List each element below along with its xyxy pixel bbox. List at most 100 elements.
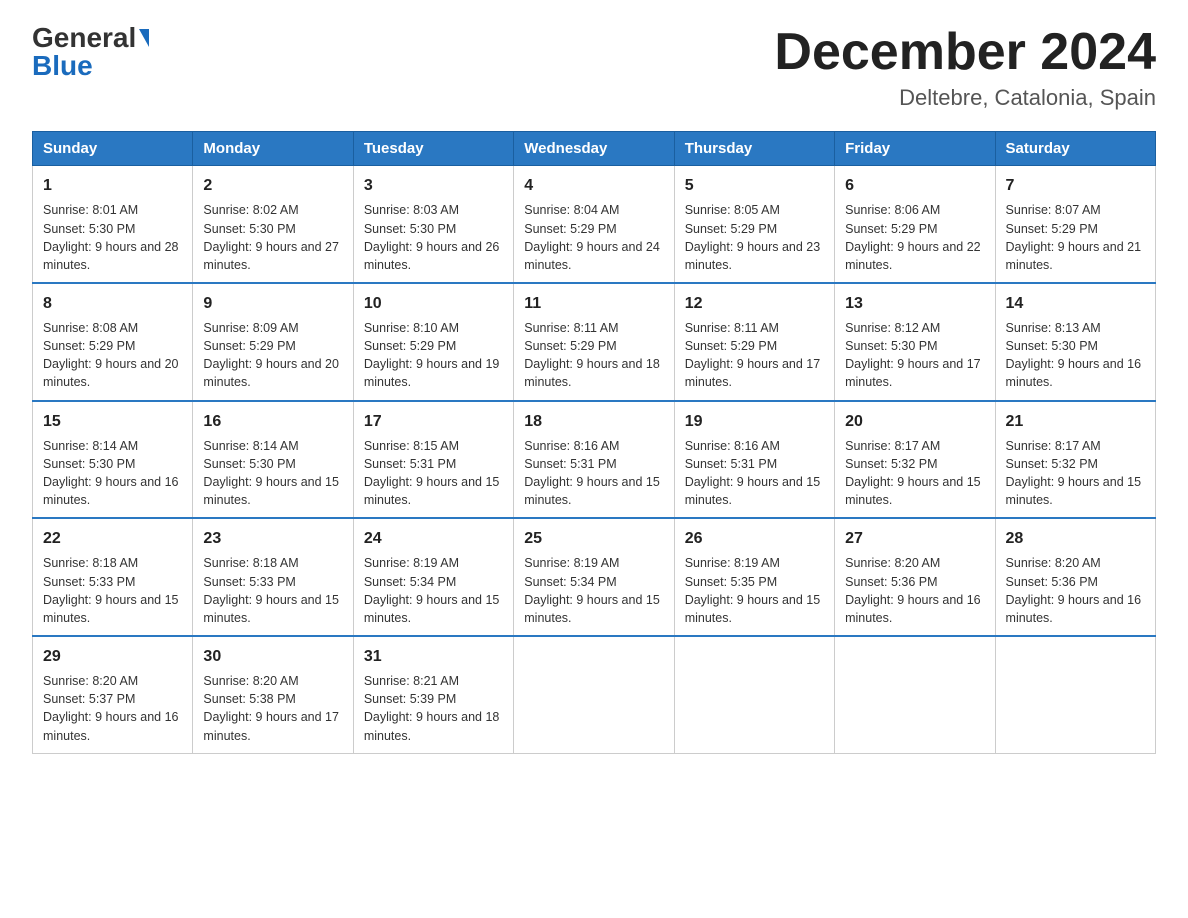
day-info: Sunrise: 8:09 AM Sunset: 5:29 PM Dayligh… — [203, 319, 342, 392]
calendar-cell: 17 Sunrise: 8:15 AM Sunset: 5:31 PM Dayl… — [353, 401, 513, 519]
day-info: Sunrise: 8:12 AM Sunset: 5:30 PM Dayligh… — [845, 319, 984, 392]
day-info: Sunrise: 8:13 AM Sunset: 5:30 PM Dayligh… — [1006, 319, 1145, 392]
day-info: Sunrise: 8:06 AM Sunset: 5:29 PM Dayligh… — [845, 201, 984, 274]
day-info: Sunrise: 8:10 AM Sunset: 5:29 PM Dayligh… — [364, 319, 503, 392]
day-number: 16 — [203, 410, 342, 433]
day-info: Sunrise: 8:14 AM Sunset: 5:30 PM Dayligh… — [43, 437, 182, 510]
day-number: 26 — [685, 527, 824, 550]
day-info: Sunrise: 8:04 AM Sunset: 5:29 PM Dayligh… — [524, 201, 663, 274]
day-number: 7 — [1006, 174, 1145, 197]
day-info: Sunrise: 8:20 AM Sunset: 5:36 PM Dayligh… — [1006, 554, 1145, 627]
day-info: Sunrise: 8:02 AM Sunset: 5:30 PM Dayligh… — [203, 201, 342, 274]
day-info: Sunrise: 8:11 AM Sunset: 5:29 PM Dayligh… — [524, 319, 663, 392]
calendar-cell: 14 Sunrise: 8:13 AM Sunset: 5:30 PM Dayl… — [995, 283, 1155, 401]
calendar-cell: 26 Sunrise: 8:19 AM Sunset: 5:35 PM Dayl… — [674, 518, 834, 636]
day-info: Sunrise: 8:07 AM Sunset: 5:29 PM Dayligh… — [1006, 201, 1145, 274]
calendar-cell: 9 Sunrise: 8:09 AM Sunset: 5:29 PM Dayli… — [193, 283, 353, 401]
day-number: 1 — [43, 174, 182, 197]
calendar-cell — [514, 636, 674, 753]
day-info: Sunrise: 8:05 AM Sunset: 5:29 PM Dayligh… — [685, 201, 824, 274]
calendar-header-thursday: Thursday — [674, 132, 834, 166]
day-info: Sunrise: 8:16 AM Sunset: 5:31 PM Dayligh… — [524, 437, 663, 510]
day-info: Sunrise: 8:20 AM Sunset: 5:38 PM Dayligh… — [203, 672, 342, 745]
day-info: Sunrise: 8:19 AM Sunset: 5:34 PM Dayligh… — [524, 554, 663, 627]
calendar-cell: 21 Sunrise: 8:17 AM Sunset: 5:32 PM Dayl… — [995, 401, 1155, 519]
calendar-week-row: 15 Sunrise: 8:14 AM Sunset: 5:30 PM Dayl… — [33, 401, 1156, 519]
calendar-cell: 28 Sunrise: 8:20 AM Sunset: 5:36 PM Dayl… — [995, 518, 1155, 636]
day-number: 27 — [845, 527, 984, 550]
calendar-table: SundayMondayTuesdayWednesdayThursdayFrid… — [32, 131, 1156, 753]
logo-general-text: General — [32, 24, 136, 52]
day-info: Sunrise: 8:20 AM Sunset: 5:37 PM Dayligh… — [43, 672, 182, 745]
day-number: 11 — [524, 292, 663, 315]
calendar-cell: 30 Sunrise: 8:20 AM Sunset: 5:38 PM Dayl… — [193, 636, 353, 753]
calendar-cell: 16 Sunrise: 8:14 AM Sunset: 5:30 PM Dayl… — [193, 401, 353, 519]
calendar-cell: 12 Sunrise: 8:11 AM Sunset: 5:29 PM Dayl… — [674, 283, 834, 401]
calendar-cell: 31 Sunrise: 8:21 AM Sunset: 5:39 PM Dayl… — [353, 636, 513, 753]
day-number: 2 — [203, 174, 342, 197]
day-number: 14 — [1006, 292, 1145, 315]
logo-blue-text: Blue — [32, 52, 93, 80]
day-number: 15 — [43, 410, 182, 433]
day-number: 17 — [364, 410, 503, 433]
calendar-cell — [835, 636, 995, 753]
calendar-cell: 6 Sunrise: 8:06 AM Sunset: 5:29 PM Dayli… — [835, 166, 995, 283]
calendar-cell: 19 Sunrise: 8:16 AM Sunset: 5:31 PM Dayl… — [674, 401, 834, 519]
day-info: Sunrise: 8:15 AM Sunset: 5:31 PM Dayligh… — [364, 437, 503, 510]
calendar-cell: 2 Sunrise: 8:02 AM Sunset: 5:30 PM Dayli… — [193, 166, 353, 283]
day-number: 3 — [364, 174, 503, 197]
day-number: 23 — [203, 527, 342, 550]
calendar-cell: 29 Sunrise: 8:20 AM Sunset: 5:37 PM Dayl… — [33, 636, 193, 753]
day-info: Sunrise: 8:14 AM Sunset: 5:30 PM Dayligh… — [203, 437, 342, 510]
day-info: Sunrise: 8:20 AM Sunset: 5:36 PM Dayligh… — [845, 554, 984, 627]
day-info: Sunrise: 8:16 AM Sunset: 5:31 PM Dayligh… — [685, 437, 824, 510]
calendar-cell: 20 Sunrise: 8:17 AM Sunset: 5:32 PM Dayl… — [835, 401, 995, 519]
calendar-cell: 4 Sunrise: 8:04 AM Sunset: 5:29 PM Dayli… — [514, 166, 674, 283]
logo: General Blue — [32, 24, 149, 80]
page-header: General Blue December 2024 Deltebre, Cat… — [32, 24, 1156, 111]
day-number: 12 — [685, 292, 824, 315]
calendar-cell: 24 Sunrise: 8:19 AM Sunset: 5:34 PM Dayl… — [353, 518, 513, 636]
day-number: 22 — [43, 527, 182, 550]
day-number: 10 — [364, 292, 503, 315]
day-info: Sunrise: 8:01 AM Sunset: 5:30 PM Dayligh… — [43, 201, 182, 274]
day-number: 13 — [845, 292, 984, 315]
calendar-header-friday: Friday — [835, 132, 995, 166]
calendar-week-row: 1 Sunrise: 8:01 AM Sunset: 5:30 PM Dayli… — [33, 166, 1156, 283]
calendar-cell: 5 Sunrise: 8:05 AM Sunset: 5:29 PM Dayli… — [674, 166, 834, 283]
day-number: 29 — [43, 645, 182, 668]
calendar-cell: 1 Sunrise: 8:01 AM Sunset: 5:30 PM Dayli… — [33, 166, 193, 283]
day-number: 30 — [203, 645, 342, 668]
month-title: December 2024 — [774, 24, 1156, 81]
title-block: December 2024 Deltebre, Catalonia, Spain — [774, 24, 1156, 111]
day-info: Sunrise: 8:19 AM Sunset: 5:34 PM Dayligh… — [364, 554, 503, 627]
calendar-cell: 18 Sunrise: 8:16 AM Sunset: 5:31 PM Dayl… — [514, 401, 674, 519]
day-number: 9 — [203, 292, 342, 315]
calendar-cell: 13 Sunrise: 8:12 AM Sunset: 5:30 PM Dayl… — [835, 283, 995, 401]
day-number: 31 — [364, 645, 503, 668]
calendar-week-row: 22 Sunrise: 8:18 AM Sunset: 5:33 PM Dayl… — [33, 518, 1156, 636]
day-info: Sunrise: 8:21 AM Sunset: 5:39 PM Dayligh… — [364, 672, 503, 745]
day-number: 4 — [524, 174, 663, 197]
calendar-week-row: 29 Sunrise: 8:20 AM Sunset: 5:37 PM Dayl… — [33, 636, 1156, 753]
day-info: Sunrise: 8:08 AM Sunset: 5:29 PM Dayligh… — [43, 319, 182, 392]
day-number: 20 — [845, 410, 984, 433]
day-number: 28 — [1006, 527, 1145, 550]
calendar-week-row: 8 Sunrise: 8:08 AM Sunset: 5:29 PM Dayli… — [33, 283, 1156, 401]
day-number: 5 — [685, 174, 824, 197]
calendar-cell: 11 Sunrise: 8:11 AM Sunset: 5:29 PM Dayl… — [514, 283, 674, 401]
day-number: 19 — [685, 410, 824, 433]
day-number: 8 — [43, 292, 182, 315]
calendar-cell: 10 Sunrise: 8:10 AM Sunset: 5:29 PM Dayl… — [353, 283, 513, 401]
calendar-header-saturday: Saturday — [995, 132, 1155, 166]
day-info: Sunrise: 8:11 AM Sunset: 5:29 PM Dayligh… — [685, 319, 824, 392]
location-title: Deltebre, Catalonia, Spain — [774, 85, 1156, 111]
calendar-header-wednesday: Wednesday — [514, 132, 674, 166]
calendar-cell — [674, 636, 834, 753]
calendar-cell: 23 Sunrise: 8:18 AM Sunset: 5:33 PM Dayl… — [193, 518, 353, 636]
calendar-cell: 22 Sunrise: 8:18 AM Sunset: 5:33 PM Dayl… — [33, 518, 193, 636]
day-info: Sunrise: 8:18 AM Sunset: 5:33 PM Dayligh… — [43, 554, 182, 627]
day-info: Sunrise: 8:17 AM Sunset: 5:32 PM Dayligh… — [1006, 437, 1145, 510]
calendar-cell: 25 Sunrise: 8:19 AM Sunset: 5:34 PM Dayl… — [514, 518, 674, 636]
calendar-cell — [995, 636, 1155, 753]
